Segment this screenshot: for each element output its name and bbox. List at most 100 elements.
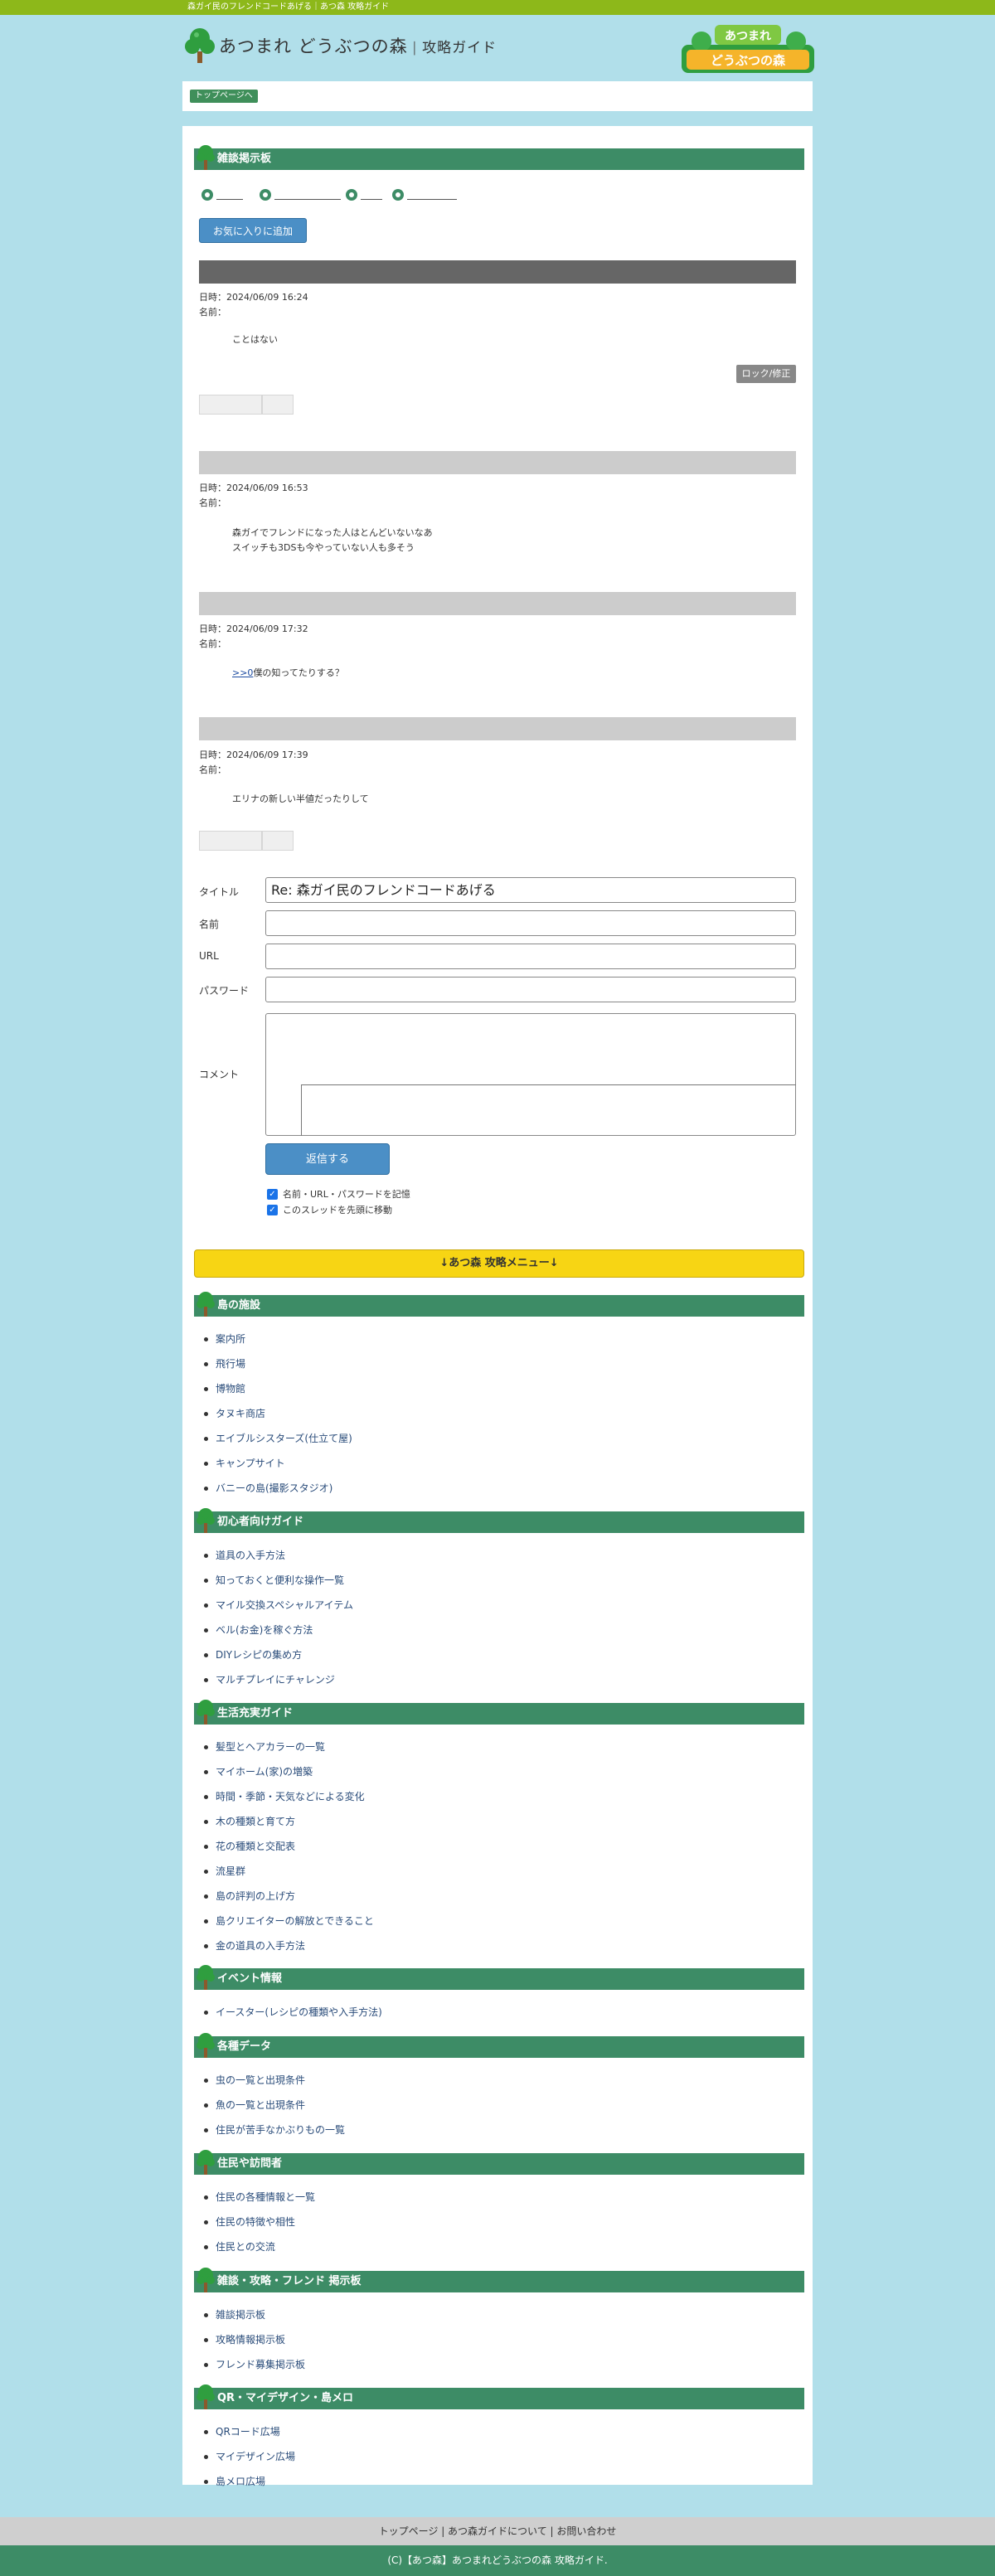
post-body: 森ガイでフレンドになった人はとんどいないなあ スイッチも3DSも今やっていない人… <box>232 526 433 555</box>
breadcrumb: トップページへ <box>182 81 813 111</box>
menu-list: 虫の一覧と出現条件 魚の一覧と出現条件住民が苦手なかぶりもの一覧 <box>203 2073 345 2147</box>
menu-link[interactable]: 住民との交流 <box>216 2241 275 2253</box>
menu-link[interactable]: 木の種類と育て方 <box>216 1816 295 1827</box>
radio-icon <box>392 189 404 201</box>
menu-link[interactable]: マイホーム(家)の増築 <box>216 1766 313 1778</box>
menu-item: 住民の特徴や相性 <box>203 2215 315 2239</box>
lock-edit-button[interactable]: ロック/修正 <box>736 365 796 383</box>
menu-section-heading: 各種データ <box>194 2033 804 2058</box>
add-favorite-button[interactable]: お気に入りに追加 <box>199 218 307 243</box>
menu-list: 案内所飛行場博物館タヌキ商店エイブルシスターズ(仕立て屋) キャンプサイトバニーの… <box>204 1332 352 1506</box>
menu-link[interactable]: DIYレシピの集め方 <box>216 1649 302 1661</box>
sort-option[interactable] <box>260 187 341 203</box>
sort-option[interactable] <box>201 187 243 203</box>
post-line: 森ガイでフレンドになった人はとんどいないなあ <box>232 527 433 538</box>
post-body: >>0僕の知ってたりする？ <box>232 666 344 681</box>
menu-link[interactable]: 島の評判の上げ方 <box>216 1890 295 1902</box>
reply-submit-button[interactable]: 返信する <box>265 1143 390 1175</box>
post-body: エリナの新しい半値だったりして <box>232 792 369 807</box>
menu-item: バニーの島(撮影スタジオ) <box>204 1481 352 1506</box>
menu-link[interactable]: イースター(レシピの種類や入手方法) <box>216 2006 382 2018</box>
menu-link[interactable]: エイブルシスターズ(仕立て屋) <box>216 1433 352 1444</box>
menu-item: フレンド募集掲示板 <box>203 2357 305 2382</box>
menu-link[interactable]: 雑談掲示板 <box>216 2309 265 2321</box>
password-label: パスワード <box>199 985 250 997</box>
menu-link[interactable]: 住民が苦手なかぶりもの一覧 <box>216 2124 345 2136</box>
tree-icon <box>197 2033 215 2058</box>
post-line: ことはない <box>232 334 278 345</box>
footer-copyright: (C)【あつ森】あつまれどうぶつの森 攻略ガイド. <box>0 2545 995 2576</box>
comment-field[interactable] <box>265 1013 796 1136</box>
password-field[interactable] <box>265 977 796 1002</box>
name-label: 名前 <box>199 919 220 930</box>
menu-link[interactable]: フレンド募集掲示板 <box>216 2359 305 2370</box>
sort-options <box>201 187 533 205</box>
page-button[interactable] <box>199 831 262 851</box>
post-body: ことはない <box>232 332 278 347</box>
menu-link[interactable]: マイデザイン広場 <box>216 2451 295 2462</box>
game-logo-icon: あつまれ どうぶつの森 <box>682 25 814 73</box>
menu-link[interactable]: 流星群 <box>216 1865 245 1877</box>
page-button[interactable] <box>199 395 262 415</box>
menu-link[interactable]: 時間・季節・天気などによる変化 <box>216 1791 365 1802</box>
board-heading-text: 雑談掲示板 <box>217 153 272 165</box>
menu-link[interactable]: 虫の一覧と出現条件 <box>216 2074 305 2086</box>
title-field[interactable]: Re: 森ガイ民のフレンドコードあげる <box>265 877 796 903</box>
url-field[interactable] <box>265 944 796 969</box>
menu-link[interactable]: QRコード広場 <box>216 2426 280 2438</box>
menu-link[interactable]: バニーの島(撮影スタジオ) <box>216 1482 332 1494</box>
reply-anchor-link[interactable]: >>0 <box>232 667 253 678</box>
site-logo[interactable]: あつまれ どうぶつの森 │ 攻略ガイド <box>184 27 497 65</box>
menu-link[interactable]: 魚の一覧と出現条件 <box>216 2099 305 2111</box>
top-page-link[interactable]: トップページへ <box>190 90 258 103</box>
menu-item: マイデザイン広場 <box>203 2449 295 2474</box>
sort-option[interactable] <box>346 187 382 203</box>
menu-section-heading: 住民や訪問者 <box>194 2150 804 2175</box>
menu-link[interactable]: 花の種類と交配表 <box>216 1841 295 1852</box>
remember-checkbox[interactable]: ✓ 名前・URL・パスワードを記憶 <box>267 1187 410 1201</box>
menu-link[interactable]: タヌキ商店 <box>216 1408 265 1419</box>
menu-section-title: 雑談・攻略・フレンド 掲示板 <box>217 2275 362 2287</box>
menu-item: 魚の一覧と出現条件 <box>203 2098 345 2122</box>
menu-link[interactable]: 道具の入手方法 <box>216 1550 285 1561</box>
menu-link[interactable]: 住民の各種情報と一覧 <box>216 2191 315 2203</box>
menu-link[interactable]: 島クリエイターの解放とできること <box>216 1915 374 1927</box>
menu-list: 髪型とヘアカラーの一覧 マイホーム(家)の増築時間・季節・天気などによる変化 木の種… <box>204 1739 374 1963</box>
menu-item: 雑談掲示板 <box>203 2307 305 2332</box>
tree-icon <box>185 28 215 63</box>
menu-link[interactable]: マイル交換スペシャルアイテム <box>216 1599 353 1611</box>
menu-link[interactable]: 金の道具の入手方法 <box>216 1940 305 1952</box>
menu-item: 博物館 <box>204 1381 352 1406</box>
menu-link[interactable]: 攻略情報掲示板 <box>216 2334 285 2346</box>
menu-link[interactable]: 髪型とヘアカラーの一覧 <box>216 1741 325 1753</box>
post-header-bar <box>199 717 796 740</box>
menu-item: マイル交換スペシャルアイテム <box>204 1598 353 1623</box>
menu-link[interactable]: 案内所 <box>216 1333 245 1345</box>
page-button[interactable] <box>262 831 294 851</box>
menu-item: 住民が苦手なかぶりもの一覧 <box>203 2122 345 2147</box>
tree-icon <box>197 1292 215 1317</box>
checkmark-icon: ✓ <box>267 1204 278 1215</box>
footer-links[interactable]: トップページ | あつ森ガイドについて | お問い合わせ <box>0 2517 995 2545</box>
post-date: 日時：2024/06/09 16:24 <box>199 292 308 303</box>
menu-item: 虫の一覧と出現条件 <box>203 2073 345 2098</box>
menu-item: 流星群 <box>204 1864 374 1889</box>
menu-link[interactable]: 島メロ広場 <box>216 2476 265 2487</box>
menu-link[interactable]: ベル(お金)を稼ぐ方法 <box>216 1624 313 1636</box>
post-meta: 日時：2024/06/09 17:39 名前： <box>199 748 308 778</box>
page-button[interactable] <box>262 395 294 415</box>
name-field[interactable] <box>265 910 796 936</box>
menu-link[interactable]: 住民の特徴や相性 <box>216 2216 295 2228</box>
sort-option[interactable] <box>392 187 457 203</box>
menu-link[interactable]: 博物館 <box>216 1383 245 1395</box>
menu-item: 島メロ広場 <box>203 2474 295 2499</box>
menu-link[interactable]: マルチプレイにチャレンジ <box>216 1674 335 1686</box>
move-top-checkbox[interactable]: ✓ このスレッドを先頭に移動 <box>267 1203 392 1216</box>
title-label: タイトル <box>199 886 240 898</box>
radio-icon <box>346 189 357 201</box>
menu-link[interactable]: キャンプサイト <box>216 1458 285 1469</box>
menu-item: DIYレシピの集め方 <box>204 1647 353 1672</box>
menu-link[interactable]: 知っておくと便利な操作一覧 <box>216 1574 344 1586</box>
menu-link[interactable]: 飛行場 <box>216 1358 245 1370</box>
menu-section-heading: 島の施設 <box>194 1292 804 1317</box>
